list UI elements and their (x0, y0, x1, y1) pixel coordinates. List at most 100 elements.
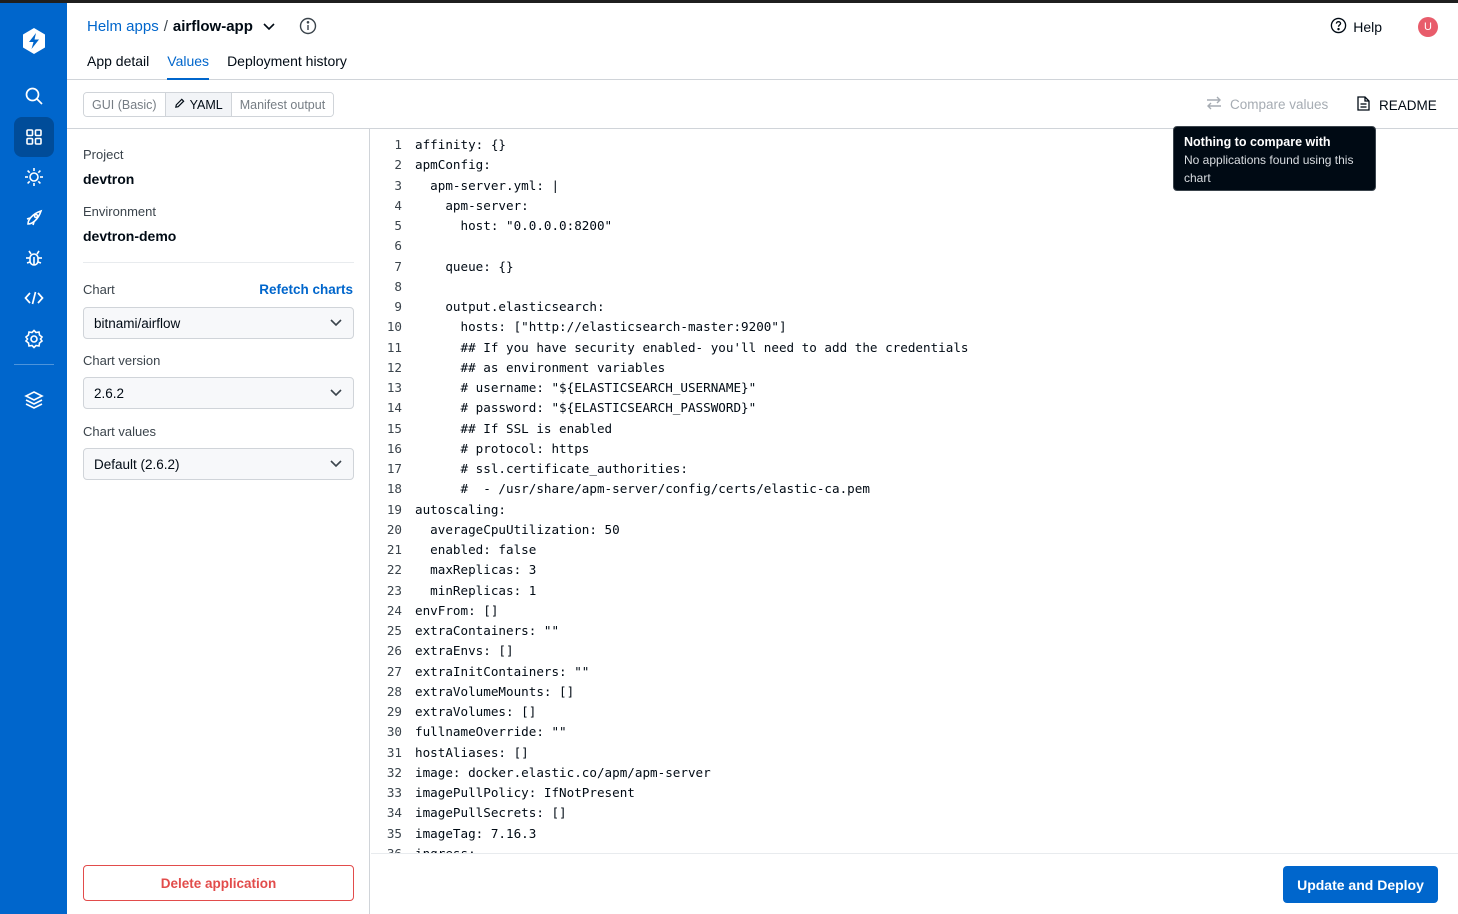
apps-grid-icon[interactable] (14, 117, 54, 157)
chevron-down-icon[interactable] (262, 19, 276, 33)
avatar[interactable]: U (1418, 17, 1438, 37)
code-line[interactable]: 23 minReplicas: 1 (371, 581, 537, 601)
code-text: maxReplicas: 3 (415, 562, 537, 578)
code-line[interactable]: 15 ## If SSL is enabled (371, 419, 612, 439)
line-number: 1 (394, 137, 402, 152)
code-line[interactable]: 29 extraVolumes: [] (371, 702, 537, 722)
update-and-deploy-button[interactable]: Update and Deploy (1283, 866, 1438, 903)
devtron-logo-icon[interactable] (16, 23, 52, 59)
line-number: 15 (386, 420, 402, 436)
app-config-panel: Project devtron Environment devtron-demo… (67, 129, 370, 914)
refetch-charts-link[interactable]: Refetch charts (259, 282, 353, 297)
code-line[interactable]: 22 maxReplicas: 3 (371, 560, 537, 580)
code-line[interactable]: 9 output.elasticsearch: (371, 297, 604, 317)
code-line[interactable]: 3 apm-server.yml: | (371, 176, 559, 196)
code-line[interactable]: 26 extraEnvs: [] (371, 641, 514, 661)
compare-values-button[interactable]: Compare values (1206, 96, 1328, 113)
code-text: imagePullSecrets: [] (415, 805, 567, 821)
stack-layers-icon[interactable] (14, 380, 54, 420)
mode-gui-basic[interactable]: GUI (Basic) (84, 93, 166, 116)
code-line[interactable]: 35 imageTag: 7.16.3 (371, 824, 537, 844)
code-line[interactable]: 21 enabled: false (371, 540, 537, 560)
chart-values-label: Chart values (83, 424, 156, 439)
code-line[interactable]: 8 (371, 277, 402, 297)
project-label: Project (83, 147, 124, 162)
code-text: ## If you have security enabled- you'll … (415, 339, 969, 355)
chart-values-select[interactable]: Default (2.6.2) (83, 448, 354, 480)
code-line[interactable]: 14 # password: "${ELASTICSEARCH_PASSWORD… (371, 398, 756, 418)
editor-footer: Update and Deploy (371, 853, 1458, 914)
code-line[interactable]: 25 extraContainers: "" (371, 621, 559, 641)
code-line[interactable]: 27 extraInitContainers: "" (371, 662, 590, 682)
code-text: enabled: false (415, 542, 537, 557)
code-text: hostAliases: [] (415, 744, 529, 760)
help-label: Help (1353, 19, 1382, 35)
code-text: extraEnvs: [] (415, 643, 514, 659)
tab-values[interactable]: Values (167, 53, 209, 80)
code-icon[interactable] (14, 278, 54, 318)
yaml-editor[interactable]: 1 affinity: {} 2 apmConfig: 3 apm-server.yml… (371, 129, 1458, 853)
mode-yaml[interactable]: YAML (165, 93, 232, 116)
code-text: minReplicas: 1 (415, 582, 537, 598)
line-number: 13 (386, 380, 402, 395)
code-line[interactable]: 1 affinity: {} (371, 135, 506, 155)
code-line[interactable]: 30 fullnameOverride: "" (371, 722, 567, 742)
readme-button[interactable]: README (1357, 96, 1437, 114)
security-bug-icon[interactable] (14, 238, 54, 278)
code-line[interactable]: 24 envFrom: [] (371, 601, 499, 621)
chart-version-value: 2.6.2 (94, 385, 125, 401)
delete-application-button[interactable]: Delete application (83, 865, 354, 901)
line-number: 4 (394, 197, 402, 213)
code-line[interactable]: 6 (371, 236, 402, 256)
breadcrumb-helm-apps[interactable]: Helm apps (87, 18, 159, 35)
deploy-rocket-icon[interactable] (14, 198, 54, 238)
code-line[interactable]: 5 host: "0.0.0.0:8200" (371, 216, 612, 236)
code-text: image: docker.elastic.co/apm/apm-server (415, 764, 711, 780)
search-icon[interactable] (14, 76, 54, 116)
code-line[interactable]: 2 apmConfig: (371, 155, 490, 175)
chart-store-icon[interactable] (14, 157, 54, 197)
chart-version-select[interactable]: 2.6.2 (83, 377, 354, 409)
line-number: 31 (386, 744, 402, 760)
line-number: 23 (386, 582, 402, 598)
code-line[interactable]: 28 extraVolumeMounts: [] (371, 682, 574, 702)
line-number: 35 (386, 825, 402, 841)
settings-gear-icon[interactable] (14, 319, 54, 359)
code-line[interactable]: 32 image: docker.elastic.co/apm/apm-serve… (371, 763, 711, 783)
mode-yaml-label: YAML (189, 97, 223, 112)
code-line[interactable]: 33 imagePullPolicy: IfNotPresent (371, 783, 635, 803)
tab-app-detail[interactable]: App detail (87, 53, 149, 80)
tab-deployment-history[interactable]: Deployment history (227, 53, 347, 80)
help-circle-icon (1330, 17, 1347, 37)
line-number: 5 (394, 218, 402, 233)
line-number: 10 (386, 319, 402, 335)
code-line[interactable]: 34 imagePullSecrets: [] (371, 803, 567, 823)
code-line[interactable]: 20 averageCpuUtilization: 50 (371, 520, 620, 540)
code-line[interactable]: 10 hosts: ["http://elasticsearch-master:… (371, 317, 787, 337)
help-button[interactable]: Help (1330, 17, 1382, 37)
page-header: Helm apps / airflow-app Help U App detai… (67, 3, 1458, 80)
code-text: fullnameOverride: "" (415, 724, 567, 740)
chart-select[interactable]: bitnami/airflow (83, 307, 354, 339)
code-line[interactable]: 16 # protocol: https (371, 439, 590, 459)
values-toolbar: GUI (Basic) YAML Manifest output Compare… (67, 80, 1458, 129)
code-text: ## If SSL is enabled (415, 420, 613, 436)
code-line[interactable]: 36 ingress: (371, 844, 476, 853)
code-line[interactable]: 18 # - /usr/share/apm-server/config/cert… (371, 479, 870, 499)
code-text: queue: {} (415, 258, 514, 274)
chart-label: Chart (83, 282, 115, 297)
code-text: apm-server.yml: | (415, 177, 560, 193)
mode-manifest-output[interactable]: Manifest output (231, 93, 334, 116)
code-line[interactable]: 17 # ssl.certificate_authorities: (371, 459, 688, 479)
chevron-down-icon (329, 385, 343, 402)
code-line[interactable]: 13 # username: "${ELASTICSEARCH_USERNAME… (371, 378, 756, 398)
code-line[interactable]: 11 ## If you have security enabled- you'… (371, 338, 969, 358)
code-line[interactable]: 4 apm-server: (371, 196, 528, 216)
code-line[interactable]: 19 autoscaling: (371, 500, 506, 520)
code-line[interactable]: 12 ## as environment variables (371, 358, 665, 378)
line-number: 28 (386, 683, 402, 699)
code-line[interactable]: 7 queue: {} (371, 257, 513, 277)
code-line[interactable]: 31 hostAliases: [] (371, 743, 529, 763)
code-text: apmConfig: (415, 157, 491, 173)
info-icon[interactable] (299, 17, 317, 35)
